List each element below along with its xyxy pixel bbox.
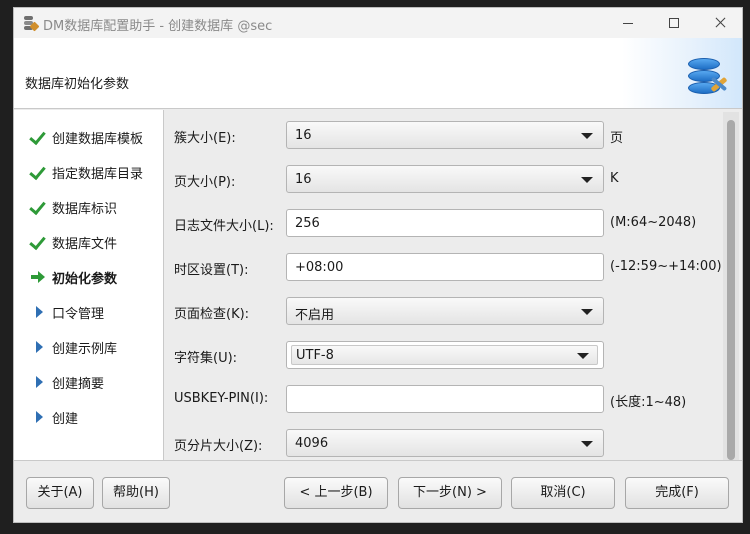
step-label: 指定数据库目录 — [52, 167, 144, 182]
row-charset: 字符集(U): UTF-8 — [165, 341, 725, 371]
row-page-check: 页面检查(K): 不启用 — [165, 297, 725, 327]
maximize-button[interactable] — [662, 12, 686, 34]
triangle-right-icon — [29, 303, 47, 321]
triangle-right-icon — [29, 338, 47, 356]
extent-size-select[interactable]: 16 — [286, 121, 604, 149]
page-size-select[interactable]: 16 — [286, 165, 604, 193]
step-create-template: 创建数据库模板 — [14, 124, 164, 150]
step-label: 创建数据库模板 — [52, 132, 144, 147]
step-db-directory: 指定数据库目录 — [14, 159, 164, 185]
step-label: 数据库标识 — [52, 202, 118, 217]
step-label: 数据库文件 — [52, 237, 118, 252]
page-check-select[interactable]: 不启用 — [286, 297, 604, 325]
close-button[interactable] — [708, 12, 732, 34]
maximize-icon — [669, 18, 679, 28]
dropdown-arrow-icon — [581, 177, 593, 183]
scrollbar-thumb[interactable] — [727, 120, 735, 460]
next-button[interactable]: 下一步(N) > — [398, 477, 502, 509]
database-tools-icon — [684, 46, 734, 102]
hp-size-label: 页分片大小(Z): — [174, 439, 263, 454]
step-label: 创建 — [52, 412, 79, 427]
vertical-scrollbar[interactable] — [723, 112, 739, 460]
time-zone-range: (-12:59~+14:00) — [610, 259, 722, 274]
title-bar: DM数据库配置助手 - 创建数据库 @sec — [14, 8, 742, 38]
log-size-label: 日志文件大小(L): — [174, 219, 274, 234]
row-log-size: 日志文件大小(L): 256 (M:64~2048) — [165, 209, 725, 239]
usbkey-pin-label: USBKEY-PIN(I): — [174, 391, 269, 406]
page-size-unit: K — [610, 171, 619, 186]
step-password: 口令管理 — [14, 299, 164, 325]
dropdown-arrow-icon — [577, 353, 589, 359]
time-zone-input[interactable]: +08:00 — [286, 253, 604, 281]
dropdown-arrow-icon — [581, 309, 593, 315]
step-db-files: 数据库文件 — [14, 229, 164, 255]
step-label: 初始化参数 — [52, 272, 118, 287]
check-icon — [29, 198, 47, 216]
params-form: 簇大小(E): 16 页 页大小(P): 16 K 日志文件大小(L): 256… — [165, 110, 742, 460]
step-db-identity: 数据库标识 — [14, 194, 164, 220]
wizard-header: 数据库初始化参数 — [14, 38, 742, 109]
row-time-zone: 时区设置(T): +08:00 (-12:59~+14:00) — [165, 253, 725, 283]
step-create: 创建 — [14, 404, 164, 430]
charset-select[interactable]: UTF-8 — [286, 341, 604, 369]
step-label: 创建示例库 — [52, 342, 118, 357]
dropdown-arrow-icon — [581, 441, 593, 447]
check-icon — [29, 128, 47, 146]
help-button[interactable]: 帮助(H) — [102, 477, 170, 509]
about-button[interactable]: 关于(A) — [26, 477, 94, 509]
window-title: DM数据库配置助手 - 创建数据库 @sec — [43, 19, 273, 34]
time-zone-label: 时区设置(T): — [174, 263, 249, 278]
usbkey-pin-length: (长度:1~48) — [610, 395, 687, 410]
row-usbkey-pin: USBKEY-PIN(I): (长度:1~48) — [165, 385, 725, 415]
arrow-right-icon — [29, 268, 47, 286]
extent-size-unit: 页 — [610, 131, 624, 146]
check-icon — [29, 233, 47, 251]
page-title: 数据库初始化参数 — [25, 77, 130, 92]
cancel-button[interactable]: 取消(C) — [511, 477, 615, 509]
log-size-range: (M:64~2048) — [610, 215, 697, 230]
charset-label: 字符集(U): — [174, 351, 238, 366]
minimize-button[interactable] — [616, 12, 640, 34]
triangle-right-icon — [29, 408, 47, 426]
wizard-steps-sidebar: 创建数据库模板 指定数据库目录 数据库标识 数据库文件 初始化参数 口令管理 创… — [14, 110, 164, 460]
step-init-params: 初始化参数 — [14, 264, 164, 290]
step-label: 口令管理 — [52, 307, 105, 322]
step-sample-db: 创建示例库 — [14, 334, 164, 360]
page-check-label: 页面检查(K): — [174, 307, 250, 322]
dropdown-arrow-icon — [581, 133, 593, 139]
check-icon — [29, 163, 47, 181]
minimize-icon — [623, 23, 633, 24]
hp-size-select[interactable]: 4096 — [286, 429, 604, 457]
row-hp-size: 页分片大小(Z): 4096 — [165, 429, 725, 459]
row-extent-size: 簇大小(E): 16 页 — [165, 121, 725, 151]
app-icon — [22, 15, 40, 32]
row-page-size: 页大小(P): 16 K — [165, 165, 725, 195]
step-label: 创建摘要 — [52, 377, 105, 392]
log-size-input[interactable]: 256 — [286, 209, 604, 237]
app-window: DM数据库配置助手 - 创建数据库 @sec 数据库初始化参数 创建数据库模板 … — [13, 7, 743, 523]
step-summary: 创建摘要 — [14, 369, 164, 395]
triangle-right-icon — [29, 373, 47, 391]
wizard-footer: 关于(A) 帮助(H) < 上一步(B) 下一步(N) > 取消(C) 完成(F… — [14, 460, 742, 522]
previous-button[interactable]: < 上一步(B) — [284, 477, 388, 509]
finish-button[interactable]: 完成(F) — [625, 477, 729, 509]
usbkey-pin-input[interactable] — [286, 385, 604, 413]
page-size-label: 页大小(P): — [174, 175, 236, 190]
extent-size-label: 簇大小(E): — [174, 131, 236, 146]
